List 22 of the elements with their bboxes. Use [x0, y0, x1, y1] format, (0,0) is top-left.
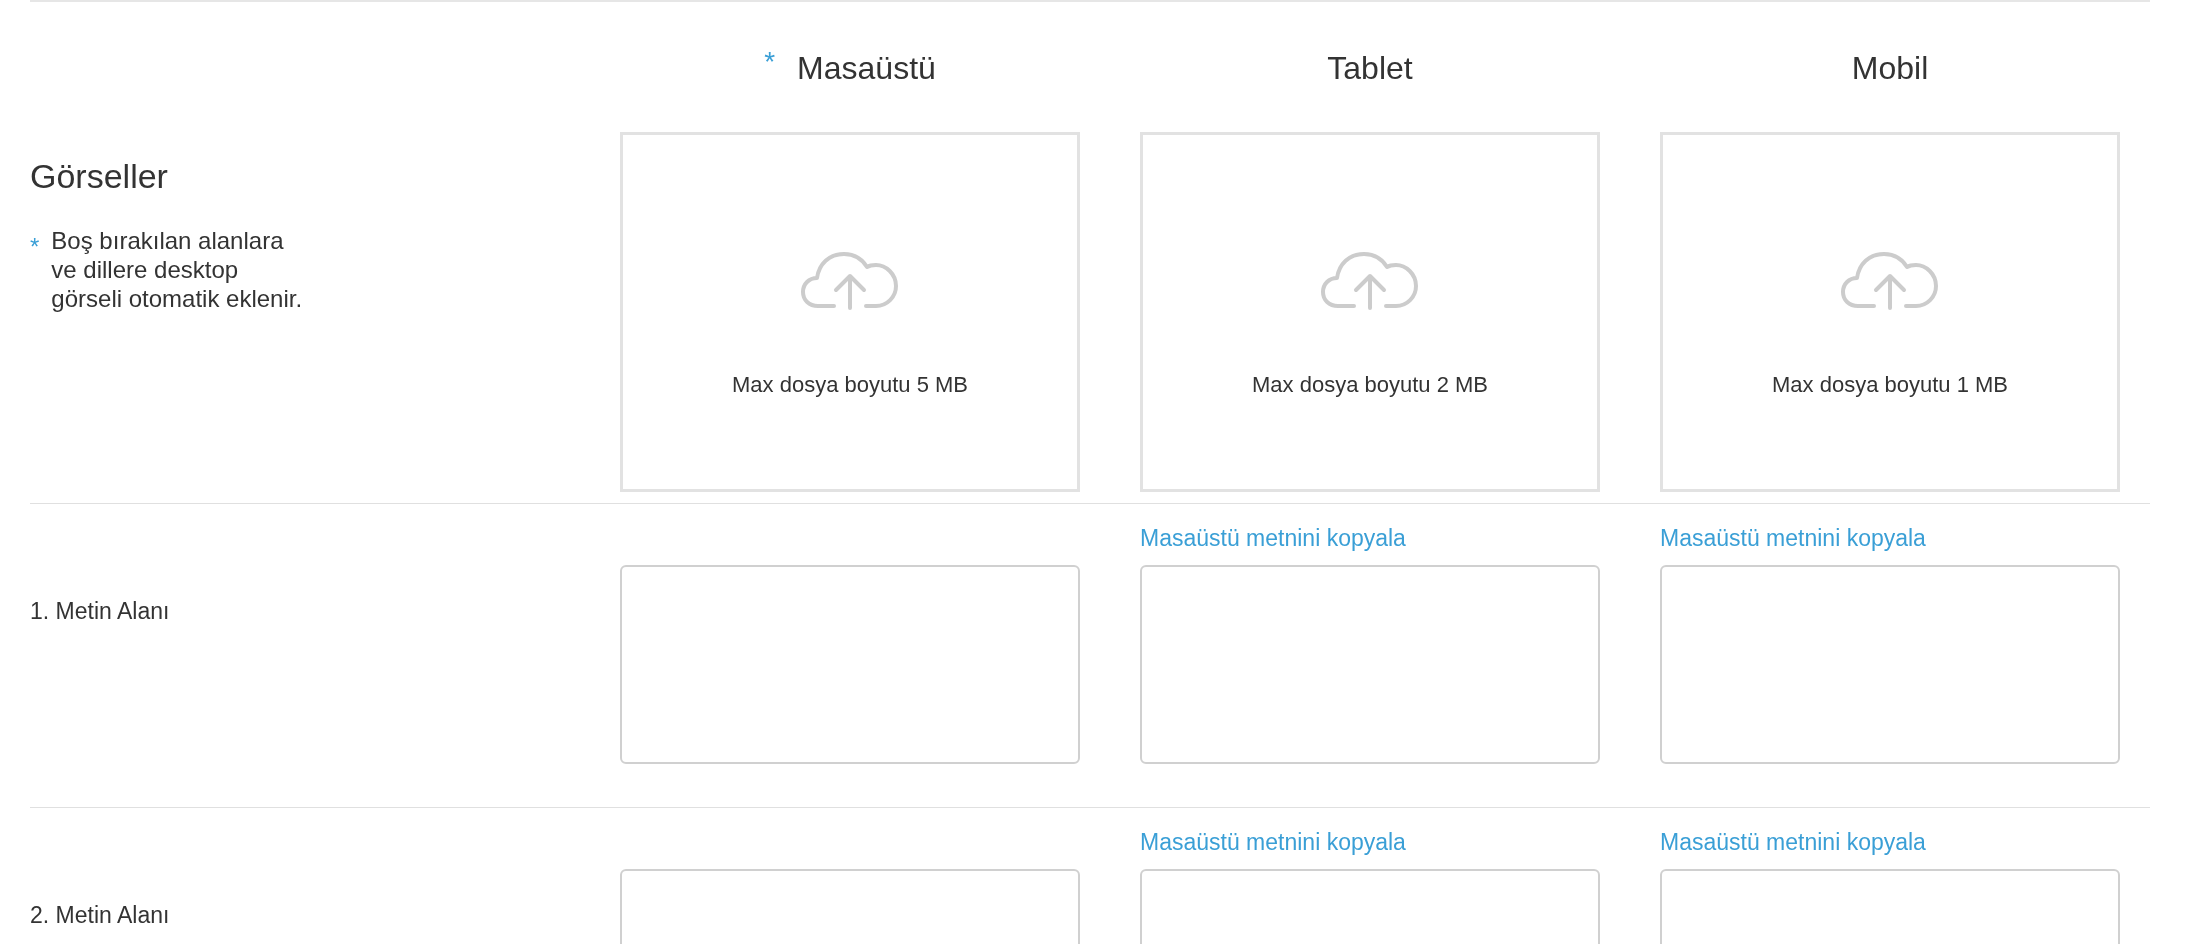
note-text: Boş bırakılan alanlara ve dillere desktop görseli otomatik eklenir. [51, 226, 303, 313]
copy-link[interactable]: Masaüstü metnini kopyala [1660, 524, 1926, 552]
file-size-hint: Max dosya boyutu 5 MB [732, 370, 968, 399]
note-mark: * [30, 232, 40, 262]
column-heading: Mobil [1851, 49, 1929, 88]
upload-dropzone[interactable]: Max dosya boyutu 1 MB [1660, 132, 2120, 492]
field-label: 2. Metin Alanı [30, 901, 171, 930]
column-heading: Masaüstü [797, 49, 936, 88]
text-area[interactable] [1660, 565, 2120, 764]
upload-dropzone[interactable]: Max dosya boyutu 2 MB [1140, 132, 1600, 492]
copy-link[interactable]: Masaüstü metnini kopyala [1140, 524, 1406, 552]
text-area[interactable] [1140, 565, 1600, 764]
section-title: Görseller [30, 156, 169, 196]
required-mark: * [764, 45, 776, 79]
field-label: 1. Metin Alanı [30, 597, 171, 626]
file-size-hint: Max dosya boyutu 2 MB [1252, 370, 1488, 399]
column-heading: Tablet [1327, 49, 1413, 88]
copy-link[interactable]: Masaüstü metnini kopyala [1140, 828, 1406, 856]
file-size-hint: Max dosya boyutu 1 MB [1772, 370, 2008, 399]
copy-link[interactable]: Masaüstü metnini kopyala [1660, 828, 1926, 856]
text-area[interactable] [620, 565, 1080, 764]
upload-dropzone[interactable]: Max dosya boyutu 5 MB [620, 132, 1080, 492]
